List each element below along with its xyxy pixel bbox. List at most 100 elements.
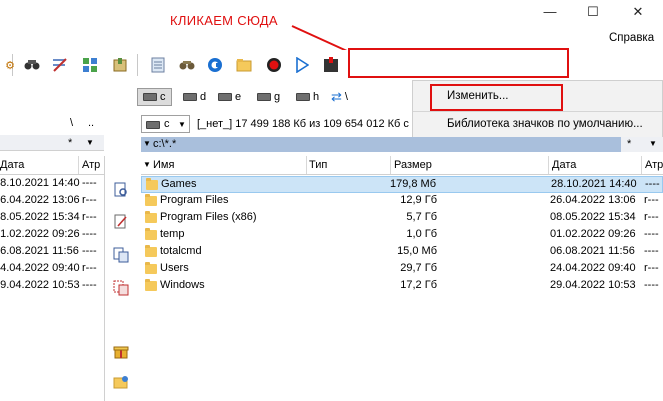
panel-divider xyxy=(104,156,105,401)
list-item[interactable]: 28.10.2021 14:40 ---- xyxy=(0,177,104,194)
list-item[interactable]: 24.04.2022 09:40 r--- xyxy=(0,262,104,279)
folder-icon xyxy=(145,279,157,291)
current-path: c:\*.* xyxy=(153,138,177,150)
drive-label: h xyxy=(313,91,320,103)
row-date: 26.04.2022 13:06 xyxy=(550,194,636,206)
row-name: Users xyxy=(160,262,189,274)
folder-icon xyxy=(146,178,158,190)
multi-rename-icon[interactable] xyxy=(50,55,70,75)
left-filter-dropdown-icon[interactable]: ▼ xyxy=(86,138,94,147)
table-row[interactable]: Program Files 12,9 Гб 26.04.2022 13:06 r… xyxy=(141,193,663,210)
right-filter: * xyxy=(627,138,632,150)
folder-icon xyxy=(145,211,157,223)
drive-select-value: c xyxy=(164,118,170,130)
col-size[interactable]: Размер xyxy=(394,159,432,171)
record-icon[interactable] xyxy=(264,55,284,75)
gift-icon[interactable] xyxy=(112,342,130,360)
toolbar-empty-area-highlight[interactable] xyxy=(348,48,569,78)
new-folder-icon[interactable] xyxy=(112,373,130,391)
drive-select[interactable]: c ▼ xyxy=(141,115,190,133)
notepad-icon[interactable] xyxy=(148,55,168,75)
folder-icon[interactable] xyxy=(234,55,254,75)
pack-icon[interactable] xyxy=(110,55,130,75)
drive-label: e xyxy=(235,91,242,103)
right-filter-box[interactable]: * ▼ xyxy=(621,137,663,152)
drive-label: g xyxy=(274,91,281,103)
header-separator xyxy=(78,156,79,174)
row-attr: ---- xyxy=(644,228,659,240)
view-icon[interactable] xyxy=(177,55,197,75)
left-filter[interactable]: * xyxy=(68,137,72,149)
menu-item-icon-library[interactable]: Библиотека значков по умолчанию... xyxy=(447,118,643,130)
list-item[interactable]: 26.04.2022 13:06 r--- xyxy=(0,194,104,211)
table-row[interactable]: temp 1,0 Гб 01.02.2022 09:26 ---- xyxy=(141,227,663,244)
edit-file-icon[interactable] xyxy=(112,213,130,231)
row-attr: ---- xyxy=(645,178,660,190)
table-row[interactable]: totalcmd 15,0 Мб 06.08.2021 11:56 ---- xyxy=(141,244,663,261)
row-name: totalcmd xyxy=(160,245,202,257)
header-separator xyxy=(641,156,642,174)
row-attr: ---- xyxy=(82,279,97,291)
toolbar-partial-icon[interactable]: ⚙ xyxy=(0,55,20,75)
list-item[interactable]: 01.02.2022 09:26 ---- xyxy=(0,228,104,245)
col-type[interactable]: Тип xyxy=(309,159,327,171)
menu-item-change-highlight xyxy=(430,84,563,111)
row-attr: ---- xyxy=(644,279,659,291)
row-size: 1,0 Гб xyxy=(406,228,437,240)
drive-label: \ xyxy=(344,91,348,103)
drive-button-d[interactable]: d xyxy=(183,88,206,106)
drive-icon xyxy=(146,121,160,129)
play-icon[interactable] xyxy=(292,55,312,75)
copy-file-icon[interactable] xyxy=(112,246,130,264)
row-date: 06.08.2021 11:56 xyxy=(550,245,635,257)
row-name: Program Files (x86) xyxy=(160,211,257,223)
list-item[interactable]: 08.05.2022 15:34 r--- xyxy=(0,211,104,228)
list-item[interactable]: 06.08.2021 11:56 ---- xyxy=(0,245,104,262)
find-files-icon[interactable] xyxy=(22,55,42,75)
row-name: temp xyxy=(160,228,185,240)
left-col-date[interactable]: Дата xyxy=(0,159,24,171)
ftp-connect-icon[interactable] xyxy=(205,55,225,75)
row-size: 15,0 Мб xyxy=(397,245,437,257)
row-attr: r--- xyxy=(644,211,659,223)
left-panel-parent[interactable]: .. xyxy=(88,117,94,129)
left-panel-root[interactable]: \ xyxy=(70,117,73,129)
drive-button-e[interactable]: e xyxy=(218,88,241,106)
right-panel-pathbar[interactable]: ▼ c:\*.* xyxy=(141,137,621,152)
row-size: 179,8 Мб xyxy=(389,178,436,190)
col-attr[interactable]: Атр xyxy=(645,159,663,171)
drive-button-network[interactable]: ⇄ \ xyxy=(331,88,348,106)
row-size: 17,2 Гб xyxy=(400,279,437,291)
drive-label: c xyxy=(160,91,166,103)
list-item[interactable]: 29.04.2022 10:53 ---- xyxy=(0,279,104,296)
row-attr: ---- xyxy=(644,245,659,257)
close-button[interactable]: ✕ xyxy=(628,4,648,20)
table-row[interactable]: Users 29,7 Гб 24.04.2022 09:40 r--- xyxy=(141,261,663,278)
drive-button-h[interactable]: h xyxy=(296,88,319,106)
left-col-attr[interactable]: Атр xyxy=(82,159,100,171)
col-name[interactable]: Имя xyxy=(153,159,174,171)
button-bar-icon[interactable] xyxy=(321,55,341,75)
row-name: Program Files xyxy=(160,194,229,206)
header-separator xyxy=(390,156,391,174)
drive-label: d xyxy=(200,91,207,103)
row-date: 01.02.2022 09:26 xyxy=(0,228,80,240)
table-row[interactable]: Games 179,8 Мб 28.10.2021 14:40 ---- xyxy=(141,176,663,193)
table-row[interactable]: Program Files (x86) 5,7 Гб 08.05.2022 15… xyxy=(141,210,663,227)
folder-icon xyxy=(145,194,157,206)
table-row[interactable]: Windows 17,2 Гб 29.04.2022 10:53 ---- xyxy=(141,278,663,295)
menu-help[interactable]: Справка xyxy=(609,32,654,44)
maximize-button[interactable]: ☐ xyxy=(583,4,603,20)
history-dropdown-icon[interactable]: ▼ xyxy=(143,139,151,148)
col-date[interactable]: Дата xyxy=(552,159,576,171)
drive-button-g[interactable]: g xyxy=(257,88,280,106)
drive-button-c[interactable]: c xyxy=(137,88,172,106)
row-attr: r--- xyxy=(644,194,659,206)
row-date: 29.04.2022 10:53 xyxy=(0,279,80,291)
minimize-button[interactable]: — xyxy=(540,4,560,20)
right-panel-header: ▼ Имя Тип Размер Дата Атр xyxy=(141,156,663,175)
row-attr: ---- xyxy=(82,177,97,189)
move-file-icon[interactable] xyxy=(112,279,130,297)
view-file-icon[interactable] xyxy=(112,181,130,199)
sync-dirs-icon[interactable] xyxy=(80,55,100,75)
